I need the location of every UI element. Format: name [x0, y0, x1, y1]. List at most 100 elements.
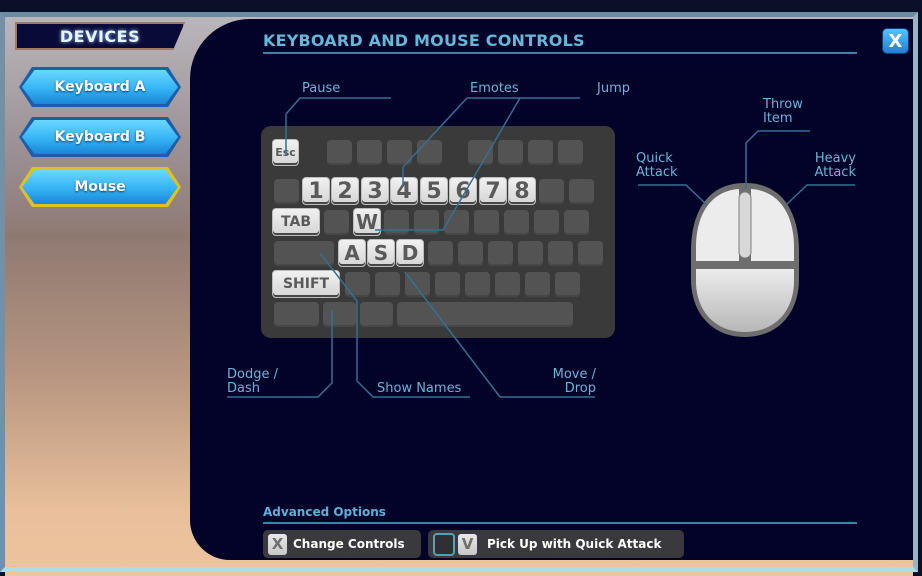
key — [323, 302, 356, 327]
key — [435, 272, 460, 297]
key — [274, 241, 334, 266]
key — [357, 140, 382, 165]
callout-line-2: Dash — [227, 381, 260, 396]
key-6: 6 — [449, 177, 477, 205]
key — [345, 272, 370, 297]
controls-panel: KEYBOARD AND MOUSE CONTROLS X Esc 1 2 3 … — [190, 19, 913, 560]
pickup-quick-attack-checkbox[interactable] — [433, 532, 455, 556]
key-4: 4 — [390, 177, 418, 205]
title-divider — [263, 52, 857, 54]
mouse-right-button — [751, 189, 794, 261]
callout-pause: Pause — [302, 81, 341, 96]
key — [569, 179, 594, 204]
key-v-icon: V — [458, 533, 477, 555]
key — [488, 241, 513, 266]
key — [444, 210, 469, 235]
key — [274, 179, 299, 204]
key — [327, 140, 352, 165]
key — [360, 302, 393, 327]
callout-jump: Jump — [597, 81, 630, 96]
key-1: 1 — [302, 177, 330, 205]
callout-line-2: Item — [763, 111, 793, 126]
callout-emotes: Emotes — [470, 81, 519, 96]
key-5: 5 — [420, 177, 448, 205]
callout-heavy-attack: Heavy Attack — [795, 152, 856, 180]
key-shift: SHIFT — [272, 270, 340, 298]
key-w: W — [353, 208, 381, 236]
device-label: Mouse — [74, 179, 126, 195]
key-s: S — [367, 239, 395, 267]
key — [525, 272, 550, 297]
devices-sidebar: DEVICES Keyboard A Keyboard B Mouse — [5, 17, 190, 567]
page-title: KEYBOARD AND MOUSE CONTROLS — [263, 31, 585, 50]
key — [528, 140, 553, 165]
key — [465, 272, 490, 297]
key-3: 3 — [361, 177, 389, 205]
device-label: Keyboard A — [54, 79, 146, 95]
key — [387, 140, 412, 165]
key — [518, 241, 543, 266]
callout-line-2: Attack — [814, 165, 856, 180]
key — [495, 272, 520, 297]
key — [324, 210, 349, 235]
mouse-left-button — [696, 189, 739, 261]
key — [534, 210, 559, 235]
advanced-options-title: Advanced Options — [263, 505, 386, 519]
callout-line-1: Move / — [552, 367, 596, 382]
callout-line-1: Heavy — [814, 151, 856, 166]
advanced-divider — [263, 522, 857, 524]
change-controls-button[interactable]: X Change Controls — [263, 530, 421, 558]
callout-line-1: Quick — [636, 151, 673, 166]
spacebar — [397, 302, 573, 327]
key — [504, 210, 529, 235]
key — [474, 210, 499, 235]
option-label: Change Controls — [293, 537, 405, 551]
callout-dodge-dash: Dodge / Dash — [227, 368, 278, 396]
key — [274, 302, 319, 327]
key — [539, 179, 564, 204]
device-mouse-button[interactable]: Mouse — [19, 167, 181, 207]
callout-line-2: Attack — [636, 165, 678, 180]
key — [578, 241, 603, 266]
key-2: 2 — [331, 177, 359, 205]
close-button[interactable]: X — [883, 29, 908, 53]
pickup-quick-attack-option[interactable]: V Pick Up with Quick Attack — [428, 530, 684, 558]
key-esc: Esc — [272, 139, 299, 166]
close-icon: X — [888, 30, 903, 52]
devices-title: DEVICES — [15, 22, 185, 50]
key — [564, 210, 589, 235]
keyboard-diagram: Esc 1 2 3 4 5 6 7 8 TAB W A S D SHIFT — [261, 126, 615, 338]
key — [375, 272, 400, 297]
window-frame: DEVICES Keyboard A Keyboard B Mouse KEYB… — [0, 12, 918, 576]
key — [384, 210, 409, 235]
device-label: Keyboard B — [54, 129, 146, 145]
callout-line-1: Dodge / — [227, 367, 278, 382]
key — [417, 140, 442, 165]
key — [498, 140, 523, 165]
key-a: A — [338, 239, 366, 267]
key — [548, 241, 573, 266]
device-keyboard-a-button[interactable]: Keyboard A — [19, 67, 181, 107]
key-d: D — [396, 239, 424, 267]
callout-quick-attack: Quick Attack — [636, 152, 678, 180]
key-8: 8 — [508, 177, 536, 205]
mouse-scroll-wheel — [738, 191, 752, 259]
key — [458, 241, 483, 266]
callout-move-drop: Move / Drop — [533, 368, 596, 396]
key-7: 7 — [479, 177, 507, 205]
key — [414, 210, 439, 235]
key — [555, 272, 580, 297]
callout-show-names: Show Names — [377, 381, 462, 396]
key — [428, 241, 453, 266]
device-keyboard-b-button[interactable]: Keyboard B — [19, 117, 181, 157]
key — [558, 140, 583, 165]
key — [405, 272, 430, 297]
option-label: Pick Up with Quick Attack — [487, 537, 662, 551]
key-x-icon: X — [268, 533, 287, 555]
mouse-diagram — [691, 183, 799, 337]
callout-line-2: Drop — [564, 381, 596, 396]
key — [468, 140, 493, 165]
callout-line-1: Throw — [763, 97, 803, 112]
key-tab: TAB — [272, 208, 320, 236]
callout-throw-item: Throw Item — [763, 98, 803, 126]
